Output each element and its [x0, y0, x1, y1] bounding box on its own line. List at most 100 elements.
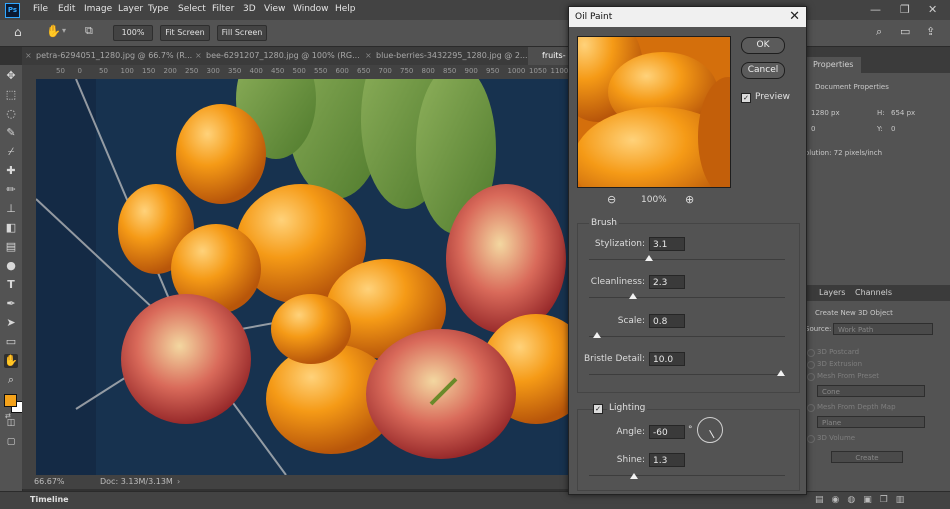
move-tool-icon[interactable]: ✥	[4, 69, 18, 83]
stylization-input[interactable]: 3.1	[649, 237, 685, 251]
search-icon[interactable]: ⌕	[876, 25, 882, 39]
menu-3d[interactable]: 3D	[243, 4, 256, 14]
y-value[interactable]: 0	[891, 125, 895, 133]
quick-mask-icon[interactable]: ◫	[4, 416, 18, 430]
fill-screen-button[interactable]: Fill Screen	[217, 25, 267, 41]
dodge-tool-icon[interactable]: ●	[4, 259, 18, 273]
tab-petra[interactable]: × petra-6294051_1280.jpg @ 66.7% (R...	[22, 47, 193, 65]
maximize-icon[interactable]: ❐	[900, 3, 910, 16]
menu-help[interactable]: Help	[335, 4, 356, 14]
fit-screen-button[interactable]: Fit Screen	[160, 25, 210, 41]
eyedropper-tool-icon[interactable]: ⌿	[4, 145, 18, 159]
zoom-100-button[interactable]: 100%	[113, 25, 153, 41]
tab-channels[interactable]: Channels	[847, 285, 900, 301]
bristle-detail-slider[interactable]	[777, 370, 785, 376]
radio-postcard[interactable]	[807, 349, 815, 357]
shine-track[interactable]	[589, 475, 785, 476]
healing-brush-tool-icon[interactable]: ✚	[4, 164, 18, 178]
menu-layer[interactable]: Layer	[118, 4, 143, 14]
menu-filter[interactable]: Filter	[212, 4, 234, 14]
share-icon[interactable]: ⇪	[926, 25, 935, 38]
doc-properties-label: Document Properties	[815, 83, 889, 91]
shine-slider[interactable]	[629, 473, 638, 479]
menu-file[interactable]: File	[33, 4, 48, 14]
x-value[interactable]: 0	[811, 125, 815, 133]
pen-tool-icon[interactable]: ✒	[4, 297, 18, 311]
radio-depth-map[interactable]	[807, 404, 815, 412]
preview-fruit	[578, 37, 730, 187]
depth-select[interactable]: Plane	[817, 416, 925, 428]
quick-selection-tool-icon[interactable]: ✎	[4, 126, 18, 140]
type-tool-icon[interactable]: T	[4, 278, 18, 292]
shine-input[interactable]: 1.3	[649, 453, 685, 467]
stylization-track[interactable]	[589, 259, 785, 260]
zoom-tool-icon[interactable]: ⌕	[4, 373, 18, 387]
bristle-detail-track[interactable]	[589, 374, 785, 375]
preview-image[interactable]	[577, 36, 731, 188]
menu-edit[interactable]: Edit	[58, 4, 75, 14]
close-icon[interactable]: ✕	[789, 9, 800, 24]
cleanliness-slider[interactable]	[629, 293, 638, 299]
hand-tool-icon[interactable]: ✋	[4, 354, 18, 368]
stylization-slider[interactable]	[644, 255, 653, 261]
marquee-tool-icon[interactable]: ⬚	[4, 88, 18, 102]
menu-image[interactable]: Image	[84, 4, 112, 14]
zoom-level[interactable]: 66.67%	[34, 477, 65, 486]
menu-select[interactable]: Select	[178, 4, 206, 14]
menu-type[interactable]: Type	[148, 4, 169, 14]
menu-window[interactable]: Window	[293, 4, 329, 14]
scale-track[interactable]	[589, 336, 785, 337]
foreground-color-swatch[interactable]	[4, 394, 17, 407]
source-select[interactable]: Work Path	[833, 323, 933, 335]
screen-mode-icon[interactable]: ▢	[4, 435, 18, 449]
photoshop-logo[interactable]: Ps	[5, 3, 20, 18]
width-value[interactable]: 1280 px	[811, 109, 840, 117]
gradient-tool-icon[interactable]: ▤	[4, 240, 18, 254]
brush-tool-icon[interactable]: ✏	[4, 183, 18, 197]
radio-mesh-preset[interactable]	[807, 373, 815, 381]
radio-extrusion[interactable]	[807, 361, 815, 369]
source-label: Source:	[805, 325, 832, 333]
status-arrow-icon[interactable]: ›	[177, 477, 180, 486]
stamp-tool-icon[interactable]: ⊥	[4, 202, 18, 216]
tab-properties[interactable]: Properties	[805, 57, 862, 73]
lighting-checkbox[interactable]: ✓	[593, 404, 603, 414]
panel-footer-icons[interactable]: ▤◉◍▣❐▥	[815, 495, 912, 505]
tab-bee[interactable]: × bee-6291207_1280.jpg @ 100% (RG...	[192, 47, 363, 65]
preview-checkbox[interactable]: ✓	[741, 93, 751, 103]
close-window-icon[interactable]: ✕	[928, 3, 937, 16]
home-icon[interactable]: ⌂	[14, 25, 22, 39]
create-button[interactable]: Create	[831, 451, 903, 463]
cancel-button[interactable]: Cancel	[741, 62, 785, 79]
angle-input[interactable]: -60	[649, 425, 685, 439]
preset-select[interactable]: Cone	[817, 385, 925, 397]
cleanliness-track[interactable]	[589, 297, 785, 298]
workspace-icon[interactable]: ▭	[900, 25, 910, 38]
hand-tool-icon[interactable]: ✋	[46, 24, 61, 38]
shape-tool-icon[interactable]: ▭	[4, 335, 18, 349]
timeline-tab[interactable]: Timeline	[30, 495, 69, 504]
eraser-tool-icon[interactable]: ◧	[4, 221, 18, 235]
minimize-icon[interactable]: —	[870, 3, 881, 16]
close-icon[interactable]: ×	[365, 47, 372, 65]
path-selection-tool-icon[interactable]: ➤	[4, 316, 18, 330]
menu-view[interactable]: View	[264, 4, 285, 14]
close-icon[interactable]: ×	[195, 47, 202, 65]
height-value[interactable]: 654 px	[891, 109, 915, 117]
radio-volume[interactable]	[807, 435, 815, 443]
zoom-out-icon[interactable]: ⊖	[607, 193, 616, 206]
zoom-in-icon[interactable]: ⊕	[685, 193, 694, 206]
scale-slider[interactable]	[592, 332, 601, 338]
angle-dial[interactable]	[697, 417, 723, 443]
cleanliness-input[interactable]: 2.3	[649, 275, 685, 289]
scale-input[interactable]: 0.8	[649, 314, 685, 328]
lasso-tool-icon[interactable]: ◌	[4, 107, 18, 121]
document-canvas[interactable]	[36, 79, 570, 475]
ok-button[interactable]: OK	[741, 37, 785, 54]
bristle-detail-input[interactable]: 10.0	[649, 352, 685, 366]
close-icon[interactable]: ×	[25, 47, 32, 65]
tab-blue-berries[interactable]: × blue-berries-3432295_1280.jpg @ 2...	[362, 47, 533, 65]
preview-label: Preview	[755, 92, 791, 102]
scroll-all-windows-icon[interactable]: ⧉	[85, 24, 93, 38]
chevron-down-icon[interactable]: ▾	[62, 26, 66, 35]
